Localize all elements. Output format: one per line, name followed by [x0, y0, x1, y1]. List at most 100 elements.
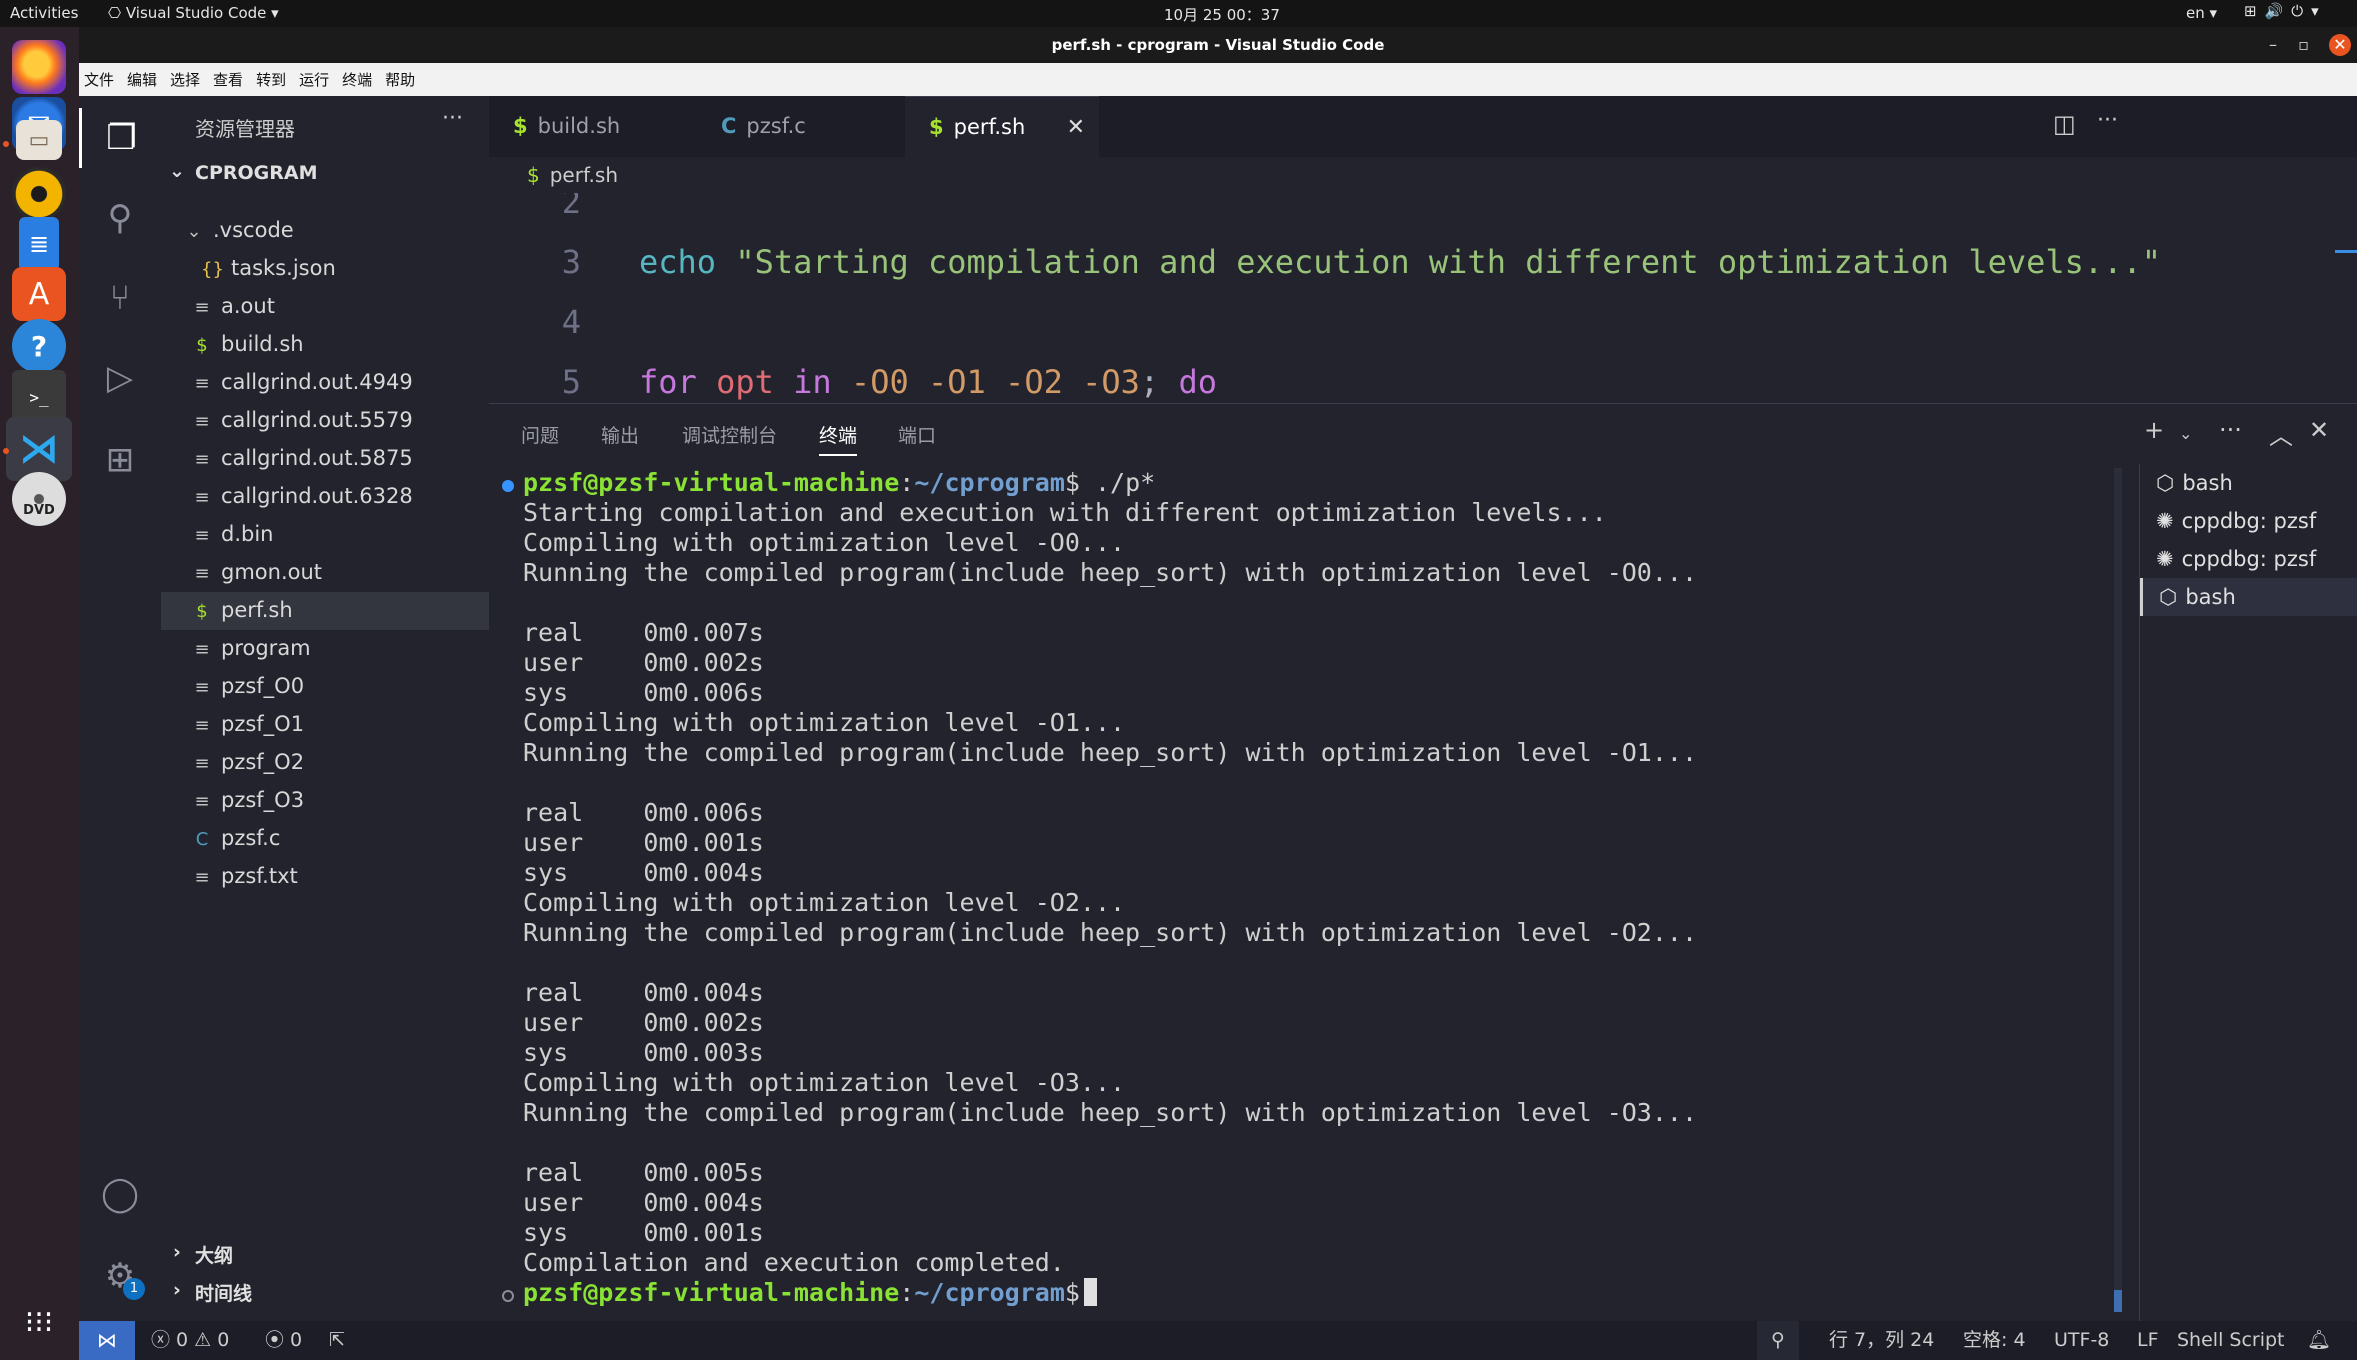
tree-item[interactable]: $ build.sh — [161, 326, 489, 364]
menu-help[interactable]: 帮助 — [385, 69, 415, 90]
dvd-icon[interactable]: DVD — [12, 472, 66, 526]
settings-gear-icon[interactable]: ⚙ 1 — [79, 1246, 161, 1306]
language-indicator[interactable]: en ▾ — [2186, 4, 2217, 22]
software-icon[interactable]: A — [12, 267, 66, 321]
settings-badge: 1 — [123, 1278, 145, 1300]
command-decoration-icon[interactable] — [502, 480, 514, 492]
notifications-bell-icon[interactable]: 🔔︎ — [2307, 1321, 2331, 1360]
system-tray[interactable]: ⊞ 🔊 ⏻ ▾ — [2244, 2, 2327, 20]
extensions-icon[interactable]: ⊞ — [79, 430, 161, 490]
menu-go[interactable]: 转到 — [256, 69, 286, 90]
firefox-icon[interactable] — [12, 40, 66, 94]
tree-item[interactable]: ≡ a.out — [161, 288, 489, 326]
ports-status[interactable]: ⦿ 0 — [265, 1321, 302, 1360]
files-icon[interactable]: ▭ — [16, 120, 62, 160]
cursor-position[interactable]: 行 7，列 24 — [1829, 1321, 1934, 1360]
minimize-button[interactable]: – — [2269, 27, 2277, 63]
app-grid-icon[interactable]: ⁝⁝⁝ — [12, 1295, 66, 1349]
activities-button[interactable]: Activities — [10, 4, 78, 22]
tab-build-sh[interactable]: $ build.sh — [489, 96, 697, 157]
more-actions-icon[interactable]: ··· — [2097, 108, 2118, 133]
menu-view[interactable]: 查看 — [213, 69, 243, 90]
breadcrumb[interactable]: $ perf.sh — [489, 157, 2357, 193]
problems-status[interactable]: ⓧ 0 ⚠ 0 — [151, 1321, 229, 1360]
tab-output[interactable]: 输出 — [601, 421, 639, 448]
tab-pzsf-c[interactable]: Cpzsf.c — [697, 96, 905, 157]
add-terminal-icon[interactable]: + — [2144, 416, 2164, 444]
tree-item[interactable]: ≡ gmon.out — [161, 554, 489, 592]
tree-item[interactable]: ≡ pzsf.txt — [161, 858, 489, 896]
rhythmbox-icon[interactable] — [12, 167, 66, 221]
terminal-instance[interactable]: ✺ cppdbg: pzsf — [2140, 540, 2357, 578]
tab-label: build.sh — [537, 114, 621, 138]
prompt-path: ~/cprogram — [914, 1278, 1065, 1307]
maximize-panel-icon[interactable]: ︿ — [2269, 416, 2293, 451]
menu-file[interactable]: 文件 — [84, 69, 114, 90]
tab-problems[interactable]: 问题 — [521, 421, 559, 448]
split-editor-icon[interactable]: ◫ — [2053, 110, 2076, 138]
language-mode[interactable]: Shell Script — [2177, 1321, 2285, 1360]
close-tab-icon[interactable]: ✕ — [1067, 97, 1085, 158]
terminal[interactable]: pzsf@pzsf-virtual-machine:~/cprogram$ ./… — [489, 468, 2109, 1318]
tree-item[interactable]: ≡ callgrind.out.6328 — [161, 478, 489, 516]
code-editor[interactable]: 2 3 echo "Starting compilation and executi… — [489, 193, 2357, 403]
tree-item[interactable]: ≡ pzsf_O2 — [161, 744, 489, 782]
maximize-button[interactable]: ▫ — [2298, 27, 2309, 63]
source-control-icon[interactable]: ⑂ — [79, 268, 161, 328]
tab-terminal[interactable]: 终端 — [819, 421, 858, 456]
clock[interactable]: 10月 25 00：37 — [1164, 4, 1280, 25]
writer-icon[interactable]: ≣ — [19, 217, 59, 271]
menu-bar: 文件 编辑 选择 查看 转到 运行 终端 帮助 — [79, 63, 2357, 96]
terminal-list: ⬡ bash ✺ cppdbg: pzsf ✺ cppdbg: pzsf ⬡ bash — [2139, 464, 2357, 1324]
menu-terminal[interactable]: 终端 — [342, 69, 372, 90]
zoom-icon[interactable]: ⚲ — [1757, 1321, 1799, 1360]
workspace-folder-header[interactable]: ⌄ CPROGRAM — [161, 160, 489, 188]
terminal-instance[interactable]: ✺ cppdbg: pzsf — [2140, 502, 2357, 540]
tree-item[interactable]: ≡ callgrind.out.4949 — [161, 364, 489, 402]
tree-item[interactable]: ≡ callgrind.out.5579 — [161, 402, 489, 440]
tab-perf-sh[interactable]: $ perf.sh ✕ — [905, 96, 1099, 157]
help-icon[interactable]: ? — [12, 319, 66, 373]
timeline-section[interactable]: › 时间线 — [161, 1279, 489, 1311]
tree-item[interactable]: {} tasks.json — [161, 250, 489, 288]
ubuntu-dock: ✉ ▭ ≣ A ? >_ ⋊ DVD ⁝⁝⁝ — [0, 27, 79, 1360]
account-icon[interactable]: ◯ — [79, 1164, 161, 1224]
tree-item[interactable]: ≡ callgrind.out.5875 — [161, 440, 489, 478]
more-actions-icon[interactable]: ··· — [442, 106, 463, 131]
terminal-icon[interactable]: >_ — [12, 370, 66, 424]
menu-edit[interactable]: 编辑 — [127, 69, 157, 90]
outline-section[interactable]: › 大纲 — [161, 1241, 489, 1273]
encoding[interactable]: UTF-8 — [2054, 1321, 2109, 1360]
close-panel-icon[interactable]: ✕ — [2309, 416, 2329, 444]
run-debug-icon[interactable]: ▷ — [79, 348, 161, 408]
more-icon[interactable]: ··· — [2219, 416, 2242, 444]
debug-launch-icon[interactable]: ⇱ — [329, 1321, 345, 1360]
app-menu[interactable]: ⎔ Visual Studio Code ▾ — [108, 4, 279, 22]
chevron-down-icon[interactable]: ⌄ — [2179, 424, 2192, 443]
tree-item[interactable]: $ perf.sh — [161, 592, 489, 630]
menu-selection[interactable]: 选择 — [170, 69, 200, 90]
close-window-button[interactable]: ✕ — [2329, 34, 2351, 56]
command-decoration-icon[interactable] — [502, 1290, 514, 1302]
terminal-scrollbar[interactable] — [2114, 468, 2122, 1308]
code-token: "Starting compilation and execution with… — [735, 243, 2161, 281]
tree-item[interactable]: ≡ program — [161, 630, 489, 668]
tree-item[interactable]: ≡ d.bin — [161, 516, 489, 554]
tab-debug-console[interactable]: 调试控制台 — [682, 421, 777, 448]
tab-ports[interactable]: 端口 — [898, 421, 936, 448]
terminal-scrollbar-thumb[interactable] — [2114, 1290, 2122, 1312]
tree-item[interactable]: ≡ pzsf_O1 — [161, 706, 489, 744]
tree-item[interactable]: ⌄ .vscode — [161, 212, 489, 250]
search-icon[interactable]: ⚲ — [79, 188, 161, 248]
terminal-instance[interactable]: ⬡ bash — [2140, 578, 2357, 616]
menu-run[interactable]: 运行 — [299, 69, 329, 90]
remote-indicator-icon[interactable]: ⋈ — [79, 1321, 135, 1360]
explorer-icon[interactable]: ❐ — [79, 108, 161, 168]
end-of-line[interactable]: LF — [2137, 1321, 2159, 1360]
tree-item[interactable]: ≡ pzsf_O3 — [161, 782, 489, 820]
indentation[interactable]: 空格: 4 — [1963, 1321, 2026, 1360]
tree-item[interactable]: ≡ pzsf_O0 — [161, 668, 489, 706]
file-icon: ≡ — [194, 487, 210, 508]
tree-item[interactable]: Cpzsf.c — [161, 820, 489, 858]
terminal-instance[interactable]: ⬡ bash — [2140, 464, 2357, 502]
